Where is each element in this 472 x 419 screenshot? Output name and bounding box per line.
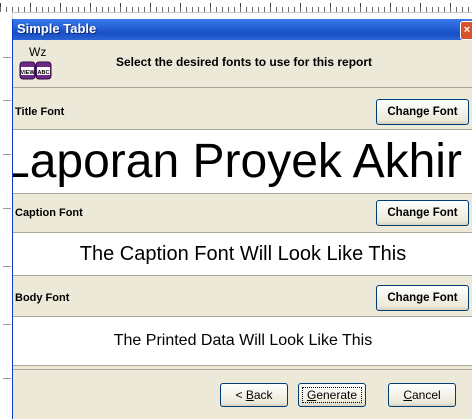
caption-font-label: Caption Font [15, 207, 83, 219]
cancel-accel: C [403, 388, 412, 402]
window-title: Simple Table [17, 21, 97, 36]
body-font-label: Body Font [15, 292, 70, 304]
title-font-label: Title Font [15, 106, 65, 118]
ruler-tick [3, 154, 11, 155]
icon-abc-label: ABC [38, 70, 50, 76]
caption-font-preview: The Caption Font Will Look Like This [13, 232, 472, 276]
cancel-rest: ancel [411, 388, 441, 402]
back-rest: ack [253, 388, 273, 402]
caption-preview-text: The Caption Font Will Look Like This [79, 243, 407, 265]
body-font-preview: The Printed Data Will Look Like This [13, 316, 472, 366]
report-wizard-icon: Wz VIEW ABC [19, 45, 52, 80]
footer-divider [13, 369, 472, 370]
ruler-tick [3, 378, 11, 379]
ruler-tick [3, 324, 11, 325]
change-caption-font-button[interactable]: Change Font [376, 200, 469, 226]
ruler-tick [3, 100, 11, 101]
generate-button[interactable]: Generate [298, 383, 366, 407]
body-preview-text: The Printed Data Will Look Like This [113, 332, 373, 349]
cancel-button[interactable]: Cancel [388, 383, 456, 407]
instruction-text: Select the desired fonts to use for this… [116, 55, 373, 69]
ruler-tick [3, 208, 11, 209]
wizard-icon-label: Wz [29, 45, 46, 59]
generate-rest: enerate [316, 388, 358, 402]
title-bar[interactable]: Simple Table × [13, 19, 472, 40]
title-preview-text: Laporan Proyek Akhir [13, 135, 462, 188]
title-font-preview: Laporan Proyek Akhir [13, 129, 472, 194]
ruler [0, 0, 472, 13]
ruler-tick [3, 266, 11, 267]
close-icon[interactable]: × [460, 21, 472, 40]
icon-view-label: VIEW [20, 70, 35, 76]
back-accel: B [245, 388, 254, 402]
change-title-font-button[interactable]: Change Font [376, 99, 469, 125]
simple-table-dialog: Simple Table × Wz VIEW ABC Select the de… [12, 19, 472, 419]
change-body-font-button[interactable]: Change Font [376, 285, 469, 311]
ruler-tick [3, 57, 11, 58]
back-button[interactable]: < Back [220, 383, 288, 407]
generate-accel: G [306, 388, 317, 402]
dialog-header: Wz VIEW ABC Select the desired fonts to … [13, 40, 472, 88]
back-prefix: < [235, 388, 246, 402]
